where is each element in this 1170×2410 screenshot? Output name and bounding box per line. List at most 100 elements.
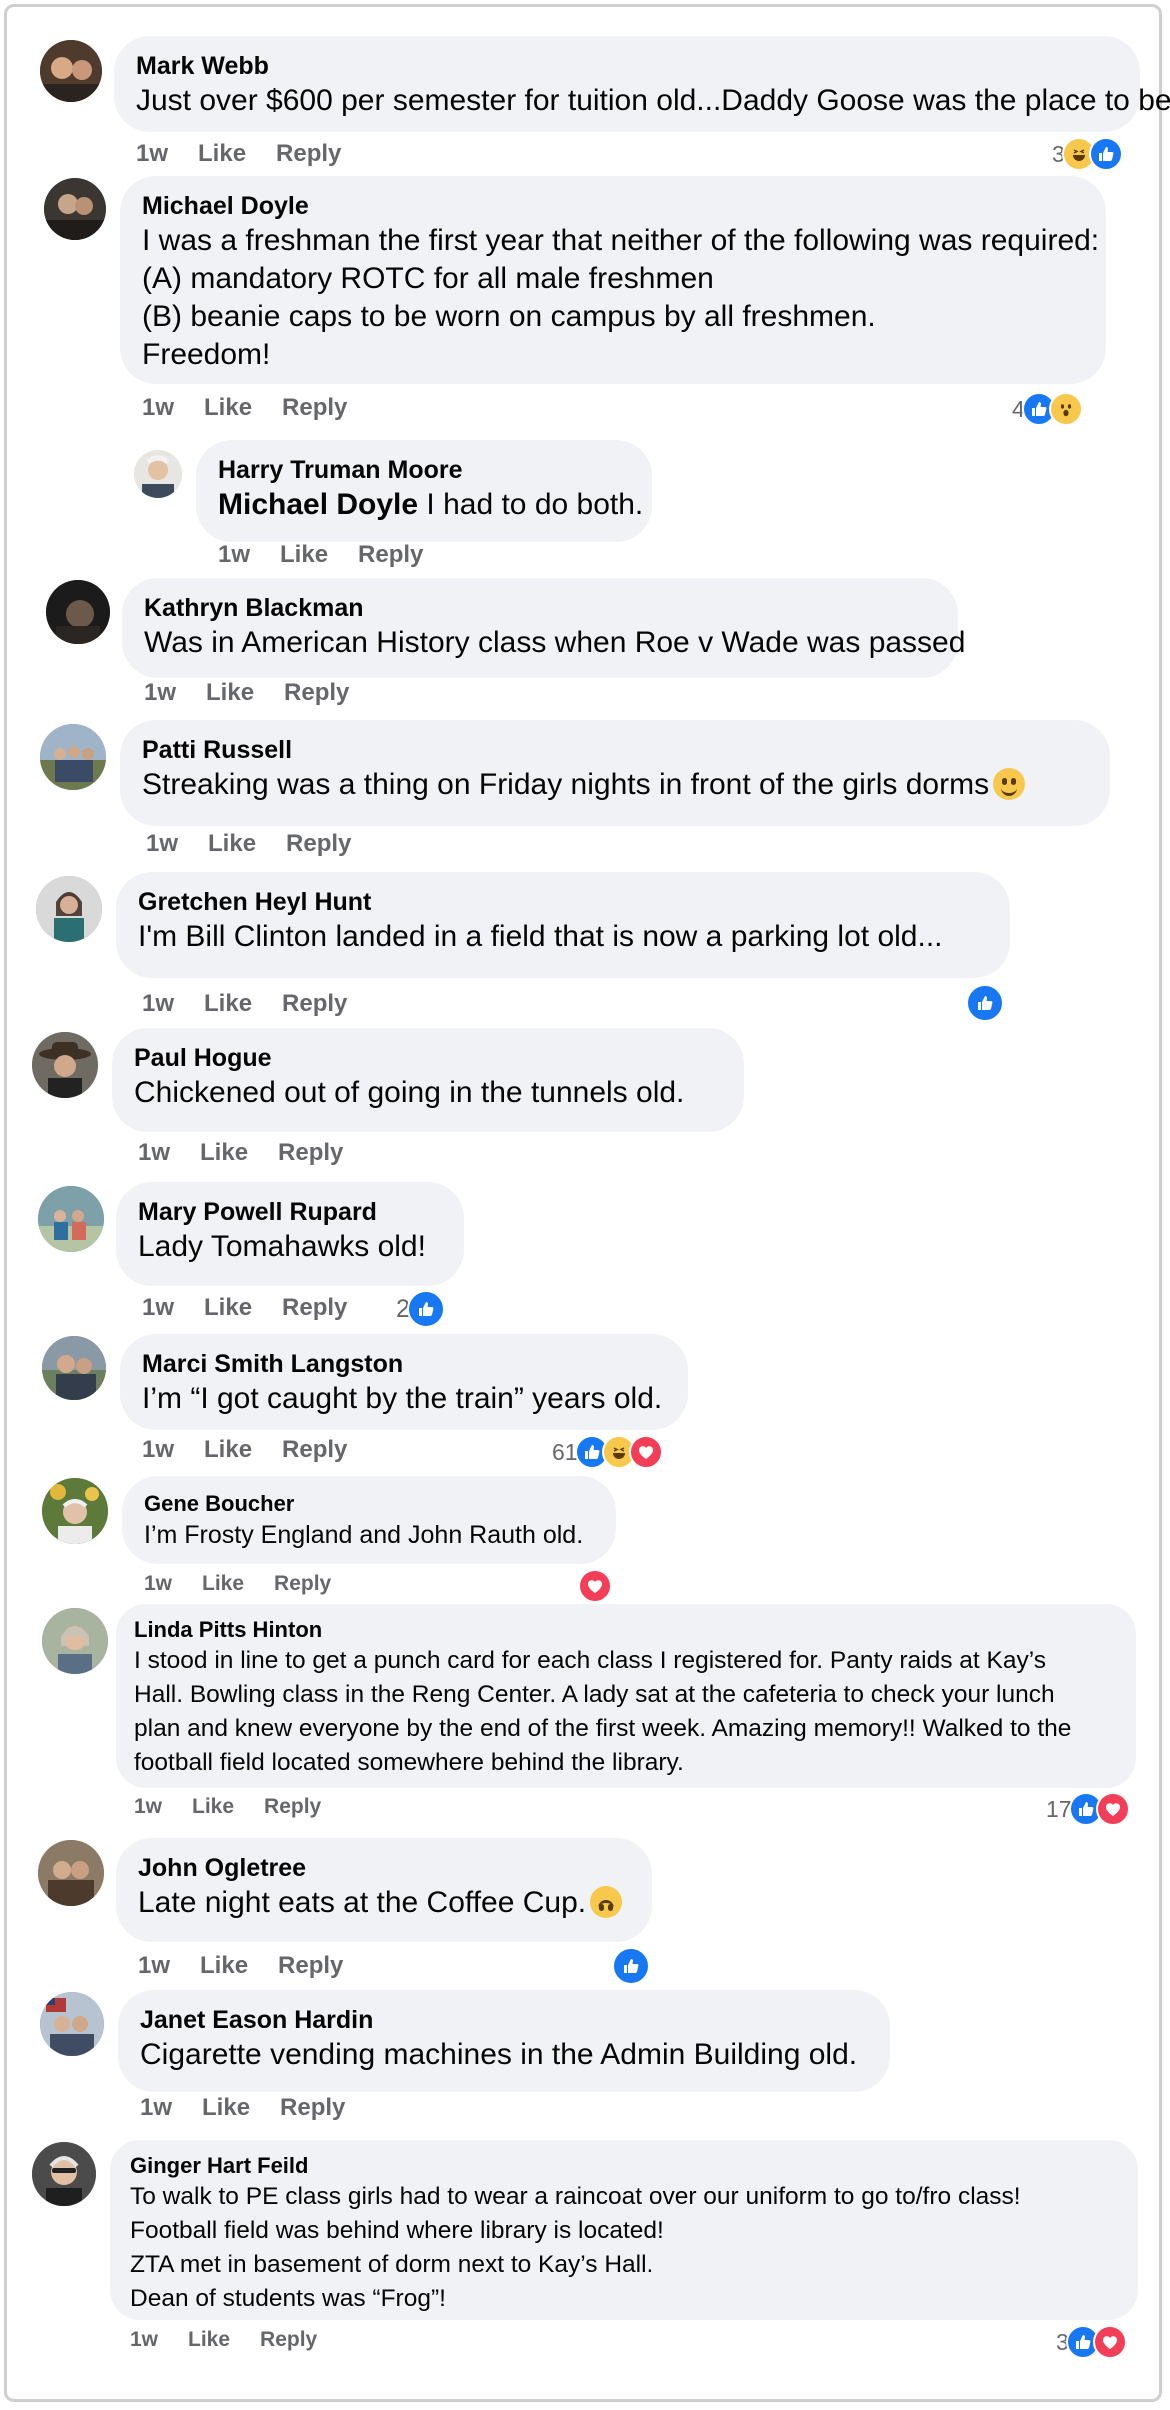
reply-button[interactable]: Reply [278, 1952, 343, 1979]
avatar[interactable] [38, 1840, 104, 1906]
mention-link[interactable]: Michael Doyle [218, 488, 418, 521]
comment-text: Late night eats at the Coffee Cup. [138, 1886, 587, 1919]
reply-button[interactable]: Reply [284, 679, 349, 706]
reply-button[interactable]: Reply [282, 394, 347, 421]
reaction-summary[interactable]: 3 [1052, 134, 1123, 174]
reply-button[interactable]: Reply [286, 830, 351, 857]
reply-button[interactable]: Reply [278, 1139, 343, 1166]
comment-text: I'm Bill Clinton landed in a field that … [138, 920, 943, 953]
like-button[interactable]: Like [192, 1795, 234, 1818]
reply-button[interactable]: Reply [274, 1572, 331, 1595]
comment-author[interactable]: Linda Pitts Hinton [134, 1616, 1118, 1644]
avatar[interactable] [32, 1032, 98, 1098]
comment-actions: 1w Like Reply [144, 1572, 361, 1596]
comment-author[interactable]: Gretchen Heyl Hunt [138, 886, 988, 918]
like-button[interactable]: Like [200, 1139, 248, 1166]
avatar[interactable] [40, 724, 106, 790]
comment-author[interactable]: Ginger Hart Feild [130, 2152, 1118, 2180]
avatar[interactable] [36, 876, 102, 942]
like-button[interactable]: Like [204, 990, 252, 1017]
comment-author[interactable]: Paul Hogue [134, 1042, 722, 1074]
comment-bubble: Linda Pitts Hinton I stood in line to ge… [116, 1604, 1136, 1788]
comment-time[interactable]: 1w [130, 2328, 158, 2351]
comment-bubble: Patti Russell Streaking was a thing on F… [120, 720, 1110, 826]
avatar[interactable] [44, 178, 106, 240]
comment-actions: 1w Like Reply [130, 2328, 347, 2352]
comment-text: To walk to PE class girls had to wear a … [130, 2183, 1021, 2210]
comment-time[interactable]: 1w [146, 830, 178, 857]
comment-author[interactable]: Mark Webb [136, 50, 1118, 82]
like-button[interactable]: Like [198, 140, 246, 167]
like-button[interactable]: Like [204, 394, 252, 421]
avatar[interactable] [38, 1186, 104, 1252]
reply-button[interactable]: Reply [282, 1294, 347, 1321]
like-button[interactable]: Like [280, 541, 328, 568]
reaction-summary[interactable]: 61 [552, 1432, 663, 1472]
like-button[interactable]: Like [200, 1952, 248, 1979]
like-button[interactable]: Like [204, 1294, 252, 1321]
comment-author[interactable]: Mary Powell Rupard [138, 1196, 442, 1228]
reaction-summary[interactable]: 17 [1046, 1789, 1130, 1829]
comment-time[interactable]: 1w [144, 1572, 172, 1595]
comment-text: ZTA met in basement of dorm next to Kay’… [130, 2251, 654, 2278]
like-button[interactable]: Like [202, 2094, 250, 2121]
comment-actions: 1w Like Reply [134, 1795, 351, 1819]
like-button[interactable]: Like [204, 1436, 252, 1463]
comment-text: I was a freshman the first year that nei… [142, 224, 1100, 257]
comment-time[interactable]: 1w [134, 1795, 162, 1818]
like-button[interactable]: Like [208, 830, 256, 857]
avatar[interactable] [42, 1478, 108, 1544]
comment-author[interactable]: Michael Doyle [142, 190, 1084, 222]
reaction-summary[interactable] [966, 983, 1004, 1023]
love-icon [1095, 1792, 1130, 1826]
avatar[interactable] [40, 40, 102, 102]
avatar[interactable] [46, 580, 110, 644]
comment-bubble: Mark Webb Just over $600 per semester fo… [114, 36, 1170, 132]
reply-button[interactable]: Reply [264, 1795, 321, 1818]
reaction-summary[interactable]: 4 [1012, 389, 1083, 429]
reaction-summary[interactable]: 2 [396, 1289, 445, 1329]
comment-time[interactable]: 1w [138, 1139, 170, 1166]
comment-time[interactable]: 1w [138, 1952, 170, 1979]
love-icon [628, 1435, 663, 1469]
avatar[interactable] [32, 2142, 96, 2206]
comment-time[interactable]: 1w [136, 140, 168, 167]
avatar[interactable] [134, 450, 182, 498]
comment-time[interactable]: 1w [142, 990, 174, 1017]
comment-author[interactable]: Kathryn Blackman [144, 592, 936, 624]
reaction-summary[interactable] [612, 1946, 650, 1986]
avatar[interactable] [42, 1336, 106, 1400]
comment-author[interactable]: Patti Russell [142, 734, 1088, 766]
reply-button[interactable]: Reply [282, 1436, 347, 1463]
comment-text: I’m Frosty England and John Rauth old. [144, 1521, 584, 1549]
comment-author[interactable]: Harry Truman Moore [218, 454, 630, 486]
smiley-emoji-icon [993, 768, 1026, 800]
reply-button[interactable]: Reply [358, 541, 423, 568]
like-button[interactable]: Like [188, 2328, 230, 2351]
comment-time[interactable]: 1w [142, 1294, 174, 1321]
avatar[interactable] [40, 1992, 104, 2056]
like-button[interactable]: Like [206, 679, 254, 706]
comment-time[interactable]: 1w [140, 2094, 172, 2121]
comment-time[interactable]: 1w [142, 394, 174, 421]
reply-button[interactable]: Reply [282, 990, 347, 1017]
reply-button[interactable]: Reply [276, 140, 341, 167]
reply-button[interactable]: Reply [280, 2094, 345, 2121]
avatar[interactable] [42, 1608, 108, 1674]
comment-actions: 1w Like Reply [140, 2094, 375, 2122]
wow-icon [1048, 392, 1083, 426]
reaction-summary[interactable] [578, 1566, 612, 1606]
comment-time[interactable]: 1w [142, 1436, 174, 1463]
comment-text: Streaking was a thing on Friday nights i… [142, 768, 990, 801]
comment-author[interactable]: Marci Smith Langston [142, 1348, 666, 1380]
comment-actions: 1w Like Reply [142, 394, 377, 422]
comment-author[interactable]: Janet Eason Hardin [140, 2004, 868, 2036]
comment-bubble: Paul Hogue Chickened out of going in the… [112, 1028, 744, 1132]
reaction-summary[interactable]: 3 [1056, 2322, 1127, 2362]
like-button[interactable]: Like [202, 1572, 244, 1595]
comment-author[interactable]: John Ogletree [138, 1852, 630, 1884]
comment-time[interactable]: 1w [218, 541, 250, 568]
reply-button[interactable]: Reply [260, 2328, 317, 2351]
comment-author[interactable]: Gene Boucher [144, 1490, 594, 1518]
comment-time[interactable]: 1w [144, 679, 176, 706]
